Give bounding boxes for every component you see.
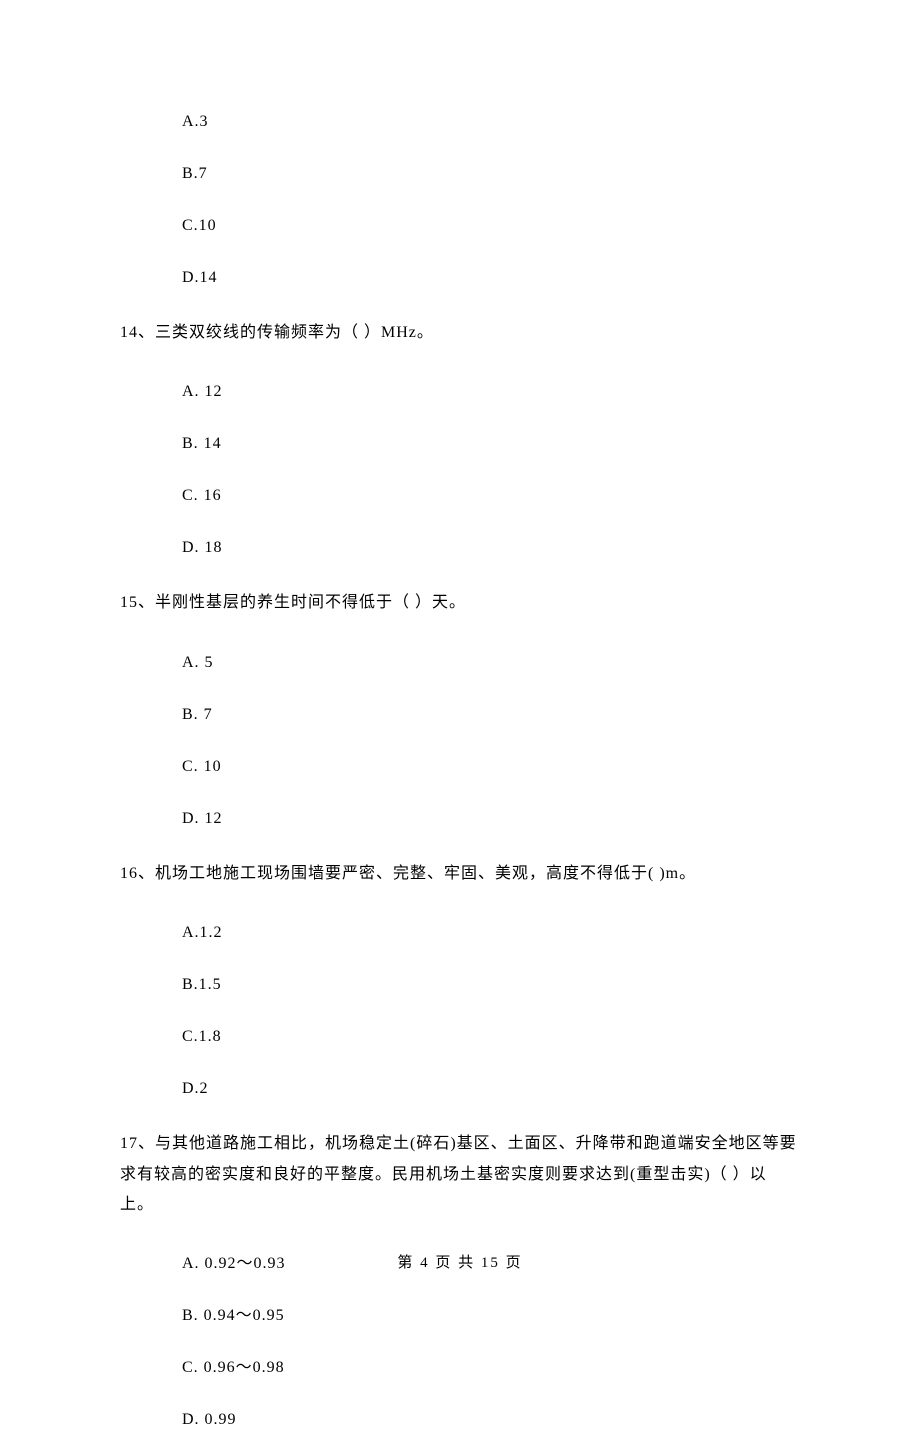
option-b: B. 7	[182, 703, 800, 727]
option-c: C.1.8	[182, 1025, 800, 1049]
option-a: A. 12	[182, 380, 800, 404]
option-c: C. 16	[182, 484, 800, 508]
question-14: 14、三类双绞线的传输频率为（ ）MHz。	[120, 318, 800, 348]
option-a: A.3	[182, 110, 800, 134]
question-15: 15、半刚性基层的养生时间不得低于（ ）天。	[120, 588, 800, 618]
q14-options: A. 12 B. 14 C. 16 D. 18	[120, 380, 800, 560]
option-c: C.10	[182, 214, 800, 238]
option-c: C. 0.96～0.98	[182, 1356, 800, 1380]
option-d: D.2	[182, 1077, 800, 1101]
option-d: D. 0.99	[182, 1408, 800, 1432]
option-c: C. 10	[182, 755, 800, 779]
option-b: B.7	[182, 162, 800, 186]
question-16: 16、机场工地施工现场围墙要严密、完整、牢固、美观，高度不得低于( )m。	[120, 859, 800, 889]
option-a: A.1.2	[182, 921, 800, 945]
option-b: B. 14	[182, 432, 800, 456]
option-d: D.14	[182, 266, 800, 290]
option-d: D. 12	[182, 807, 800, 831]
question-17: 17、与其他道路施工相比，机场稳定土(碎石)基区、土面区、升降带和跑道端安全地区…	[120, 1129, 800, 1220]
option-b: B.1.5	[182, 973, 800, 997]
page-footer: 第 4 页 共 15 页	[0, 1252, 920, 1275]
q15-options: A. 5 B. 7 C. 10 D. 12	[120, 651, 800, 831]
page-content: A.3 B.7 C.10 D.14 14、三类双绞线的传输频率为（ ）MHz。 …	[0, 0, 920, 1432]
option-b: B. 0.94～0.95	[182, 1304, 800, 1328]
option-a: A. 5	[182, 651, 800, 675]
q17-options: A. 0.92～0.93 B. 0.94～0.95 C. 0.96～0.98 D…	[120, 1252, 800, 1432]
option-d: D. 18	[182, 536, 800, 560]
q13-options: A.3 B.7 C.10 D.14	[120, 110, 800, 290]
q16-options: A.1.2 B.1.5 C.1.8 D.2	[120, 921, 800, 1101]
